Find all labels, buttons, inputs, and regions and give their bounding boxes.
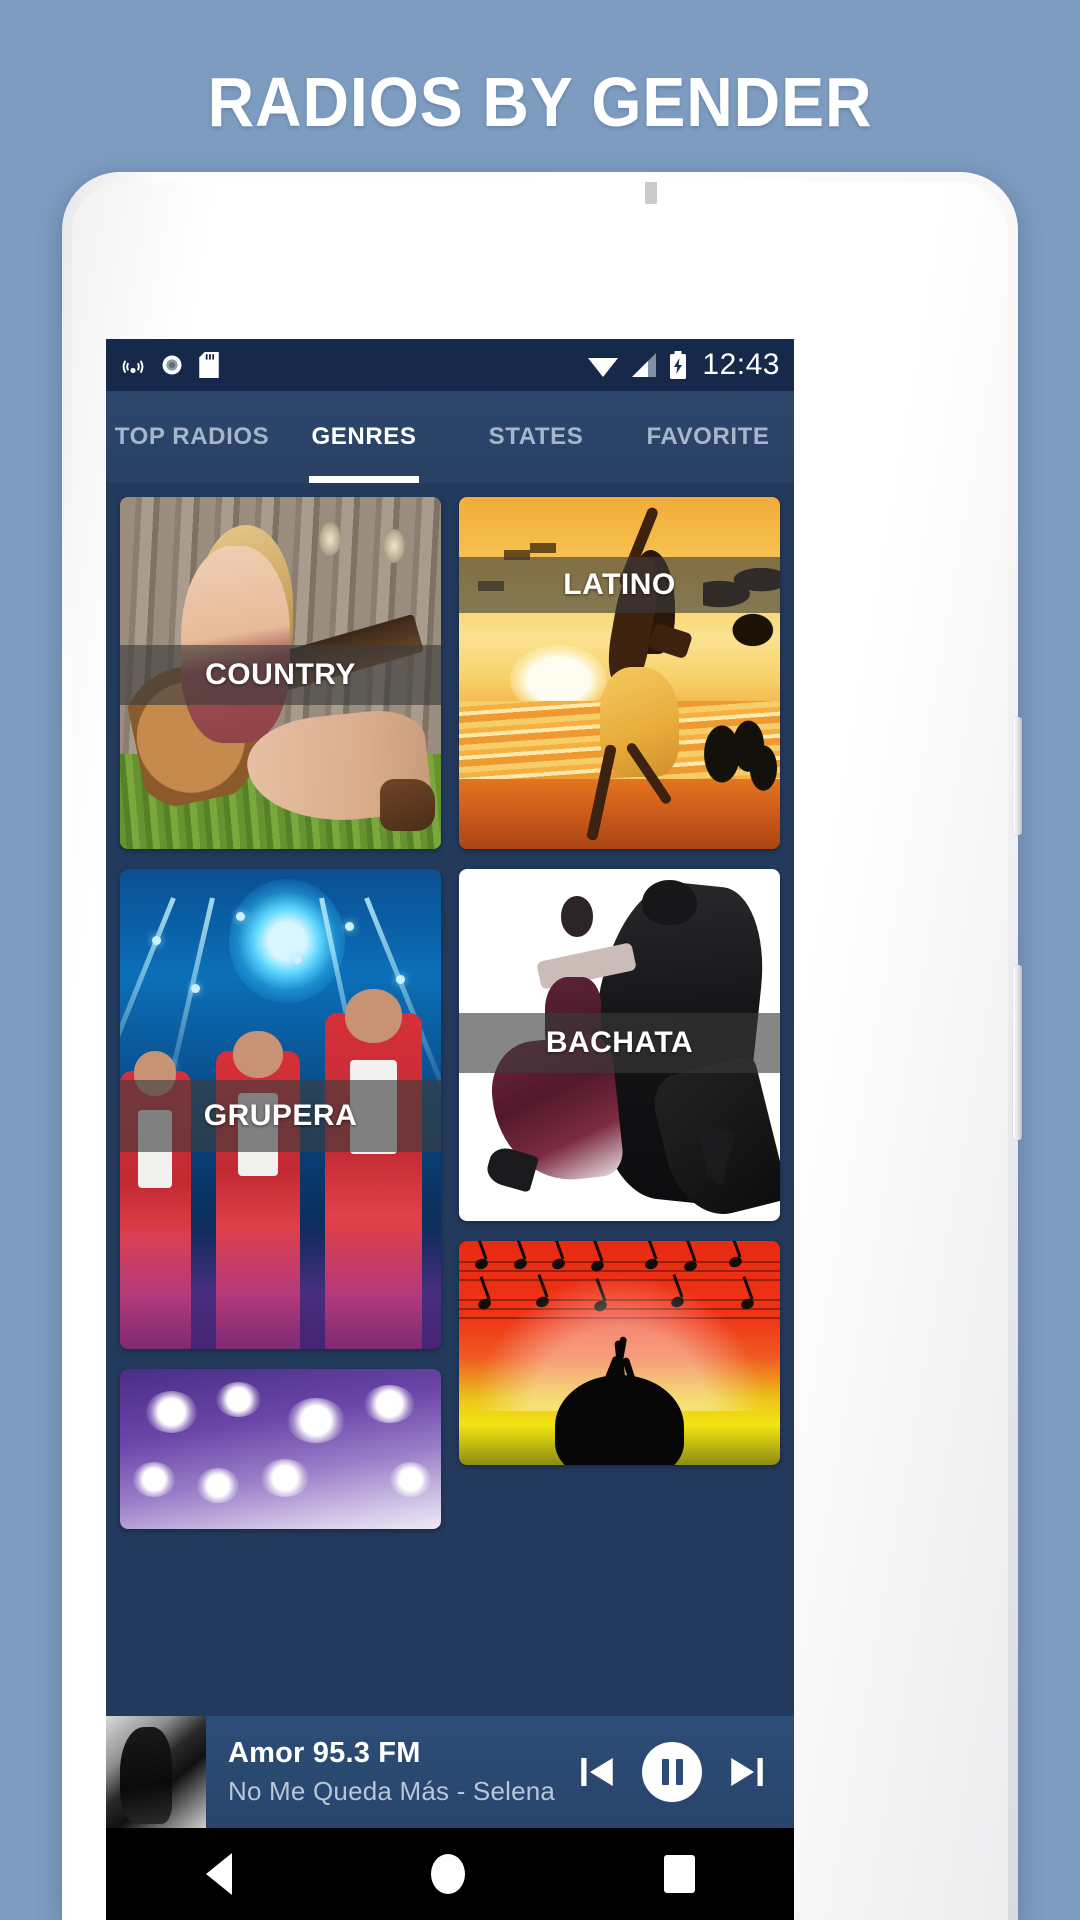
player-controls [576,1742,794,1802]
wifi-icon [588,358,619,377]
genre-label-country: COUNTRY [205,657,356,691]
page-title: RADIOS BY GENDER [207,63,873,141]
album-art [106,1716,206,1828]
promo-page: RADIOS BY GENDER 12:43 TOP RADIOS GENRES… [0,0,1080,1920]
tab-states[interactable]: STATES [450,391,622,483]
phone-screen: 12:43 TOP RADIOS GENRES STATES FAVORITE [106,339,794,1920]
tab-bar: TOP RADIOS GENRES STATES FAVORITE [106,391,794,483]
genre-card-bachata[interactable]: BACHATA [459,869,780,1221]
genre-label-latino: LATINO [563,567,676,601]
now-playing-meta: Amor 95.3 FM No Me Queda Más - Selena [206,1737,555,1807]
genre-card-label-band: COUNTRY [120,644,441,705]
genre-card-reggae[interactable] [459,1241,780,1465]
volume-button[interactable] [1013,717,1022,835]
home-button-icon[interactable] [430,1854,465,1894]
tab-top-radios[interactable]: TOP RADIOS [106,391,278,483]
recents-button-icon[interactable] [663,1855,695,1893]
genre-column-right: LATINO BACHATA [459,497,780,1529]
genre-card-label-band: LATINO [459,556,780,614]
reggae-artwork [459,1241,780,1465]
genre-card-label-band: BACHATA [459,1013,780,1074]
genre-card-label-band: GRUPERA [120,1080,441,1153]
phone-mockup: 12:43 TOP RADIOS GENRES STATES FAVORITE [62,172,1022,1920]
now-playing-bar[interactable]: Amor 95.3 FM No Me Queda Más - Selena [106,1716,794,1828]
genre-card-purple[interactable] [120,1369,441,1529]
genre-card-latino[interactable]: LATINO [459,497,780,849]
tab-favorite[interactable]: FAVORITE [622,391,794,483]
genre-label-bachata: BACHATA [545,1026,694,1060]
power-button[interactable] [1013,965,1022,1140]
genre-column-left: COUNTRY GRUPERA [120,497,441,1529]
now-playing-track: No Me Queda Más - Selena [228,1776,556,1806]
genre-label-grupera: GRUPERA [203,1099,358,1133]
genre-card-country[interactable]: COUNTRY [120,497,441,849]
record-circle-icon [162,355,182,375]
status-bar: 12:43 [106,339,794,391]
next-track-button[interactable] [726,1751,768,1793]
previous-track-button[interactable] [576,1751,618,1793]
cast-icon [122,360,144,374]
battery-charging-icon [670,351,687,379]
antenna-band [645,182,657,204]
tab-genres[interactable]: GENRES [278,391,450,483]
genre-card-grupera[interactable]: GRUPERA [120,869,441,1349]
status-bar-left-icons [120,352,220,378]
cellular-signal-icon [632,353,657,377]
genre-grid: COUNTRY GRUPERA LATINO BACHATA [106,483,794,1529]
purple-stage-artwork [120,1369,441,1529]
status-bar-clock: 12:43 [702,348,780,381]
pause-icon [661,1759,683,1785]
back-button-icon[interactable] [205,1853,232,1895]
latino-artwork [459,497,780,849]
station-name: Amor 95.3 FM [228,1737,421,1769]
android-nav-bar [106,1828,794,1920]
phone-bezel: 12:43 TOP RADIOS GENRES STATES FAVORITE [72,182,1008,1920]
pause-button[interactable] [642,1742,702,1802]
sd-card-icon [199,352,219,378]
status-bar-right-icons: 12:43 [587,348,780,382]
